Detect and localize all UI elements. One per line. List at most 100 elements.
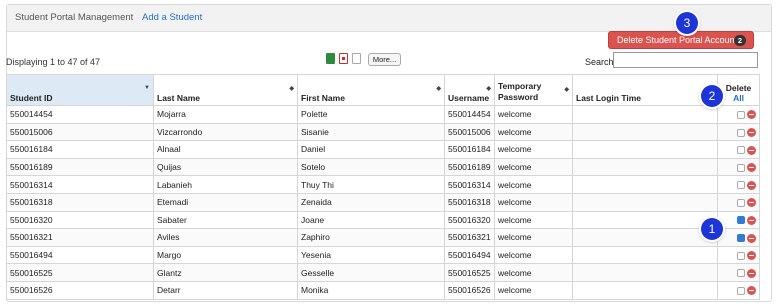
remove-icon[interactable] bbox=[747, 198, 756, 208]
cell-last-name: Aviles bbox=[153, 228, 298, 247]
cell-student-id: 550016494 bbox=[6, 245, 154, 265]
column-header-delete: Delete All bbox=[717, 74, 760, 106]
select-all-link[interactable]: All bbox=[721, 93, 756, 103]
remove-icon[interactable] bbox=[747, 145, 756, 155]
delete-checkbox[interactable] bbox=[737, 128, 745, 137]
remove-icon[interactable] bbox=[747, 268, 756, 278]
delete-checkbox[interactable] bbox=[737, 181, 745, 190]
cell-last-name: Margo bbox=[153, 245, 298, 265]
delete-checkbox[interactable] bbox=[737, 216, 745, 225]
cell-last-name: Glantz bbox=[153, 263, 298, 282]
callout-1-badge: 1 bbox=[701, 218, 723, 240]
students-table: Student ID ▼ Last Name ◆ First Name ◆ Usern… bbox=[6, 74, 760, 300]
cell-last-login bbox=[572, 280, 718, 300]
column-label: Last Login Time bbox=[576, 93, 642, 103]
delete-checkbox[interactable] bbox=[737, 198, 745, 207]
column-header-temporary-password[interactable]: Temporary Password ◆ bbox=[494, 74, 573, 106]
cell-first-name: Monika bbox=[297, 280, 445, 300]
cell-username: 550015006 bbox=[444, 122, 495, 142]
cell-first-name: Gesselle bbox=[297, 263, 445, 282]
cell-first-name: Zenaida bbox=[297, 192, 445, 212]
remove-icon[interactable] bbox=[747, 128, 756, 138]
cell-delete bbox=[717, 122, 760, 142]
delete-label: Delete bbox=[725, 83, 752, 93]
cell-delete bbox=[717, 228, 760, 247]
cell-first-name: Sisanie bbox=[297, 122, 445, 142]
selected-count-badge: 2 bbox=[733, 35, 746, 46]
cell-last-name: Vizcarrondo bbox=[153, 122, 298, 142]
column-header-last-name[interactable]: Last Name ◆ bbox=[153, 74, 298, 106]
cell-last-login bbox=[572, 192, 718, 212]
cell-first-name: Zaphiro bbox=[297, 228, 445, 247]
remove-icon[interactable] bbox=[747, 251, 756, 261]
cell-temp-password: welcome bbox=[494, 192, 573, 212]
column-label: Student ID bbox=[10, 93, 53, 103]
column-header-username[interactable]: Username ◆ bbox=[444, 74, 495, 106]
more-button[interactable]: More... bbox=[368, 53, 401, 66]
cell-first-name: Thuy Thi bbox=[297, 175, 445, 194]
cell-last-login bbox=[572, 228, 718, 247]
cell-student-id: 550016189 bbox=[6, 157, 154, 177]
delete-checkbox[interactable] bbox=[737, 286, 745, 295]
column-label: First Name bbox=[301, 93, 345, 103]
cell-first-name: Polette bbox=[297, 105, 445, 124]
cell-temp-password: welcome bbox=[494, 105, 573, 124]
delete-account-label: Delete Student Portal Account bbox=[617, 35, 738, 45]
remove-icon[interactable] bbox=[747, 180, 756, 190]
delete-checkbox[interactable] bbox=[737, 110, 745, 119]
delete-checkbox[interactable] bbox=[737, 234, 745, 243]
sort-icon: ◆ bbox=[564, 87, 569, 93]
cell-last-login bbox=[572, 140, 718, 159]
search-input[interactable] bbox=[613, 52, 758, 68]
cell-username: 550016318 bbox=[444, 192, 495, 212]
excel-icon[interactable] bbox=[326, 53, 335, 64]
remove-icon[interactable] bbox=[747, 215, 756, 225]
remove-icon[interactable] bbox=[747, 233, 756, 243]
cell-delete bbox=[717, 175, 760, 194]
table-row: 550016526 Detarr Monika 550016526 welcome bbox=[6, 280, 760, 300]
pdf-icon[interactable] bbox=[339, 53, 348, 64]
cell-last-login bbox=[572, 263, 718, 282]
cell-last-login bbox=[572, 210, 718, 230]
add-student-link[interactable]: Add a Student bbox=[142, 12, 202, 23]
cell-student-id: 550016314 bbox=[6, 175, 154, 194]
text-file-icon[interactable] bbox=[352, 53, 361, 64]
delete-checkbox[interactable] bbox=[737, 163, 745, 172]
cell-last-name: Labanieh bbox=[153, 175, 298, 194]
delete-student-portal-account-button[interactable]: Delete Student Portal Account 2 bbox=[608, 31, 754, 49]
remove-icon[interactable] bbox=[747, 286, 756, 296]
remove-icon[interactable] bbox=[747, 110, 756, 120]
cell-delete bbox=[717, 140, 760, 159]
cell-student-id: 550016526 bbox=[6, 280, 154, 300]
remove-icon[interactable] bbox=[747, 163, 756, 173]
column-label: Temporary Password bbox=[498, 81, 542, 102]
cell-last-login bbox=[572, 157, 718, 177]
cell-temp-password: welcome bbox=[494, 122, 573, 142]
cell-delete bbox=[717, 280, 760, 300]
cell-username: 550016314 bbox=[444, 175, 495, 194]
cell-delete bbox=[717, 263, 760, 282]
cell-delete bbox=[717, 210, 760, 230]
cell-temp-password: welcome bbox=[494, 157, 573, 177]
cell-student-id: 550016184 bbox=[6, 140, 154, 159]
cell-first-name: Daniel bbox=[297, 140, 445, 159]
cell-temp-password: welcome bbox=[494, 280, 573, 300]
column-header-last-login-time[interactable]: Last Login Time◆ bbox=[572, 74, 718, 106]
cell-delete bbox=[717, 105, 760, 124]
tab-student-portal-management[interactable]: Student Portal Management bbox=[15, 12, 133, 23]
cell-temp-password: welcome bbox=[494, 210, 573, 230]
cell-temp-password: welcome bbox=[494, 175, 573, 194]
table-row: 550016494 Margo Yesenia 550016494 welcome bbox=[6, 245, 760, 265]
delete-checkbox[interactable] bbox=[737, 146, 745, 155]
column-header-first-name[interactable]: First Name ◆ bbox=[297, 74, 445, 106]
delete-checkbox[interactable] bbox=[737, 251, 745, 260]
column-header-student-id[interactable]: Student ID ▼ bbox=[6, 74, 154, 106]
sort-desc-icon: ▼ bbox=[144, 85, 150, 91]
sort-icon: ◆ bbox=[436, 86, 441, 92]
table-row: 550016318 Etemadi Zenaida 550016318 welcome bbox=[6, 192, 760, 212]
cell-student-id: 550015006 bbox=[6, 122, 154, 142]
cell-username: 550016189 bbox=[444, 157, 495, 177]
cell-last-name: Mojarra bbox=[153, 105, 298, 124]
delete-checkbox[interactable] bbox=[737, 269, 745, 278]
cell-delete bbox=[717, 157, 760, 177]
